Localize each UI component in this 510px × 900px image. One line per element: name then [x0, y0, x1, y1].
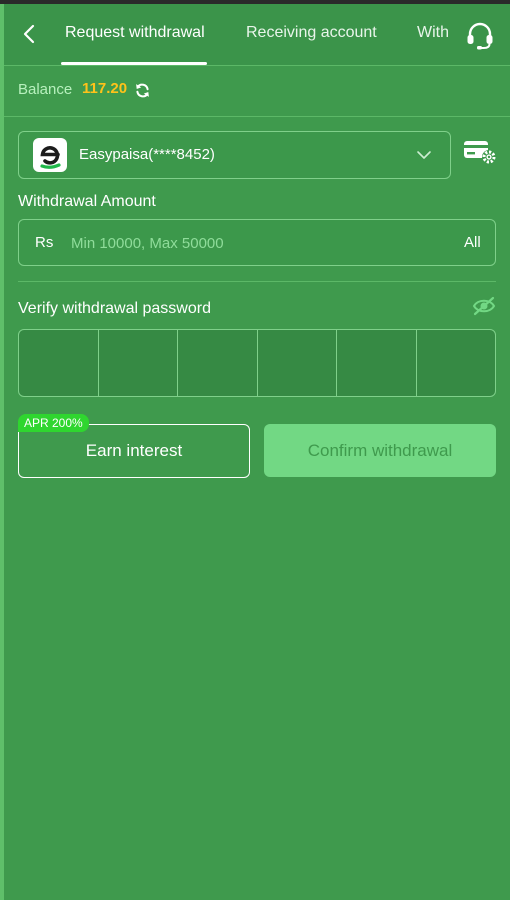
- selected-account-label: Easypaisa(****8452): [79, 146, 215, 163]
- refresh-icon[interactable]: [134, 82, 151, 99]
- withdrawal-amount-field: Rs All: [18, 219, 496, 266]
- password-label: Verify withdrawal password: [18, 300, 211, 317]
- amount-input[interactable]: [69, 228, 443, 258]
- balance-row: Balance 117.20: [4, 66, 510, 117]
- balance-label: Balance: [18, 81, 73, 98]
- receiving-account-select[interactable]: Easypaisa(****8452): [18, 131, 451, 179]
- all-button[interactable]: All: [464, 234, 481, 251]
- header: Request withdrawal Receiving account Wit…: [4, 4, 510, 66]
- password-digit-cell[interactable]: [337, 330, 417, 396]
- chevron-down-icon: [417, 151, 431, 159]
- password-digit-cell[interactable]: [417, 330, 496, 396]
- password-digit-cell[interactable]: [19, 330, 99, 396]
- back-arrow-icon[interactable]: [18, 22, 40, 46]
- earn-interest-button[interactable]: Earn interest: [18, 424, 250, 478]
- apr-badge: APR 200%: [18, 414, 89, 432]
- easypaisa-logo-icon: [33, 138, 67, 172]
- withdrawal-amount-label: Withdrawal Amount: [18, 193, 156, 210]
- password-digit-cell[interactable]: [99, 330, 178, 396]
- tab-receiving-account[interactable]: Receiving account: [246, 24, 377, 42]
- currency-label: Rs: [35, 234, 54, 251]
- balance-value: 117.20: [82, 80, 128, 97]
- card-settings-icon[interactable]: [463, 138, 497, 166]
- left-edge: [0, 4, 4, 900]
- customer-service-icon[interactable]: [464, 20, 496, 52]
- tab-withdrawal-records[interactable]: With: [417, 24, 449, 42]
- confirm-withdrawal-button[interactable]: Confirm withdrawal: [264, 424, 496, 477]
- password-digit-cell[interactable]: [258, 330, 337, 396]
- tab-request-withdrawal[interactable]: Request withdrawal: [65, 24, 205, 42]
- active-tab-indicator: [61, 62, 207, 65]
- divider: [18, 281, 496, 282]
- eye-off-icon[interactable]: [472, 296, 496, 316]
- password-digit-cell[interactable]: [178, 330, 258, 396]
- password-input-grid: [18, 329, 496, 397]
